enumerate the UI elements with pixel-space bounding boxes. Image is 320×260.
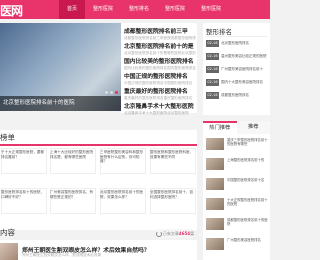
grid-card-title[interactable]: 于十大正规整形医院，要都排名靠前？ [1,150,47,164]
site-logo[interactable]: 医网 [0,2,23,19]
hot-tabs: 热门推荐 推荐 [203,121,270,134]
hot-thumbnail[interactable] [206,218,224,230]
grid-card-title[interactable]: 上海十大比较好的整形医院排名是，都有哪些医院 [50,150,96,164]
nav-item-ranking[interactable]: 整形排名 [121,0,157,19]
hot-item-title[interactable]: 成都整形医院排名前十的医院 [227,218,268,231]
grid-card-title[interactable]: 整形医院和整形医院科室，效果有哪些不同 [150,150,196,164]
slider-dot[interactable] [105,91,108,94]
grid-card-title[interactable]: 三甲医院整形美容科和整形医院有什么区别，你可知道？ [100,150,146,164]
headline-title[interactable]: 中国正规的整形医院排名 [124,71,196,80]
headline-title[interactable]: 国内比较美的整形医院排名 [124,56,196,65]
more-suffix: 篇 [190,231,195,236]
hot-thumbnail[interactable] [206,238,224,250]
image-slider[interactable]: 北京整形医院排名前十的医院 [0,23,121,111]
rank-label[interactable]: 北京整形医院排名 [221,41,269,46]
rank-label[interactable]: 广州整形美容医院排名前十 [221,67,269,72]
rank-item[interactable]: 02-16 广州整形美容医院排名前十 [206,66,268,76]
rank-item[interactable]: 02-16 成都整形医院排名 [206,92,268,102]
slider-dot[interactable] [110,91,113,94]
main-nav: 首页 整形医院 整形排名 整形医院 整形医院 [59,0,229,19]
load-more-button[interactable]: 已有文章4654篇 [155,229,195,238]
hot-thumbnail[interactable] [206,178,224,190]
hot-item-title[interactable]: 上海整形医院排名前十的 [227,158,268,171]
section-title: 榜单 [0,133,15,142]
hot-item-title[interactable]: 中国整形医院排名前十名 [227,178,268,191]
nav-item-hospital[interactable]: 整形医院 [85,0,121,19]
news-item[interactable]: 郑州王朝医生割双眼皮怎么样？术后效果自然吗？ 郑州王朝医生割双眼皮怎么样，割双眼… [0,240,197,260]
hot-thumbnail[interactable] [206,138,224,150]
news-thumbnail[interactable] [0,243,18,260]
slider-caption[interactable]: 北京整形医院排名前十的医院 [0,96,121,111]
rank-date: 02-16 [206,92,219,99]
hot-item-title[interactable]: 广州整形美容医院排名 [227,238,268,251]
rank-item[interactable]: 02-16 温州整形美容比较正规的医院 [206,53,268,63]
hot-item-title[interactable]: 重庆三甲整形医院排名前十的医院有哪些 [227,138,268,151]
rank-label[interactable]: 国内十大整形美容医院排名 [221,80,269,85]
nav-item-home[interactable]: 首页 [59,0,86,19]
rank-date: 02-16 [206,40,219,47]
rank-date: 02-16 [206,53,219,60]
headline-title[interactable]: 北京整形医院排名前十的是 [124,41,196,50]
headline-title[interactable]: 北京隆鼻手术十大整形医院 [124,101,196,110]
headline-list: 成都整形医院排名前三甲 成都整形医院排名前三甲医院成都整形医院排名 北京整形医院… [121,23,197,116]
slider-dots [105,91,118,94]
section-title: 内容 [0,228,15,237]
hot-thumbnail[interactable] [206,158,224,170]
headline-title[interactable]: 成都整形医院排名前三甲 [124,26,196,35]
rank-date: 02-16 [206,66,219,73]
slider-dot-active[interactable] [115,91,118,94]
article-count: 4654 [178,231,191,236]
headline-item[interactable]: 中国正规的整形医院排名 中国正规的整形医院排名中国整形医院排名 [124,71,196,86]
headline-item[interactable]: 成都整形医院排名前三甲 成都整形医院排名前三甲医院成都整形医院排名 [124,26,196,41]
headline-item[interactable]: 北京隆鼻手术十大整形医院 北京隆鼻手术十大整形医院北京整形医院 [124,101,196,116]
headline-title[interactable]: 重庆最好的整形医院排名 [124,86,196,95]
grid-card-title[interactable]: 北京整形医院排名前十的医院，效果怎么样？ [100,190,146,204]
headline-item[interactable]: 北京整形医院排名前十的是 北京整形医院排名前十的是哪些医院北京整形 [124,41,196,56]
tab-hot[interactable]: 热门推荐 [203,121,237,134]
hot-thumbnail[interactable] [206,198,224,210]
sidebar-ranking: 整形排名 02-16 北京整形医院排名 02-16 温州整形美容比较正规的医院 … [203,23,270,115]
nav-item-hospital-2[interactable]: 整形医院 [157,0,193,19]
ranking-section-header: 榜单 [0,130,197,146]
sidebar-title: 整形排名 [206,28,232,36]
headline-item[interactable]: 重庆最好的整形医院排名 重庆最好的整形医院排名重庆整形医院排名 [124,86,196,101]
hot-item-title[interactable]: 十大正规整形医院排名前十的医院 [227,198,268,211]
top-navbar: 医网 首页 整形医院 整形排名 整形医院 整形医院 [0,0,270,19]
grid-card-title[interactable]: 广州美容整形医院排名，有哪些是正规的？ [50,190,96,204]
tab-recommend[interactable]: 推荐 [237,121,271,134]
refresh-icon [155,231,162,237]
more-prefix: 已有文章 [162,231,179,236]
rank-item[interactable]: 02-16 国内十大整形美容医院排名 [206,79,268,89]
rank-date: 02-16 [206,79,219,86]
rank-label[interactable]: 温州整形美容比较正规的医院 [221,54,269,59]
rank-label[interactable]: 成都整形医院排名 [221,93,269,98]
divider [206,36,267,37]
nav-item-hospital-3[interactable]: 整形医院 [193,0,229,19]
rank-item[interactable]: 02-16 北京整形医院排名 [206,40,268,50]
headline-summary: 北京隆鼻手术十大整形医院北京整形医院 [124,111,189,115]
grid-card-title[interactable]: 全国整形医院排名前十，如何选择整形医院？ [150,190,196,204]
hot-recommend-panel: 热门推荐 推荐 重庆三甲整形医院排名前十的医院有哪些 上海整形医院排名前十的 中… [203,121,270,260]
news-summary: 郑州王朝医生割双眼皮怎么样，割双眼皮术后效果 [22,253,102,257]
content-section-header: 内容 [0,226,150,240]
grid-card-title[interactable]: 整形医院排名前十的医院，口碑好不好？ [1,190,47,204]
headline-item[interactable]: 国内比较美的整形医院排名 国内比较美的整形医院排名国内整形医院排名 [124,56,196,71]
ranking-grid: 于十大正规整形医院，要都排名靠前？ 上海十大比较好的整形医院排名是，都有哪些医院… [0,146,197,230]
